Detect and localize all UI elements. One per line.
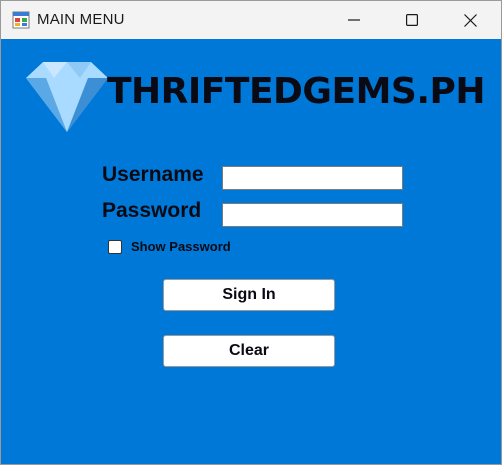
clear-button[interactable]: Clear [163, 335, 335, 367]
close-icon [463, 13, 477, 27]
close-button[interactable] [447, 1, 493, 39]
maximize-button[interactable] [389, 1, 435, 39]
diamond-icon [26, 62, 108, 132]
window-title: MAIN MENU [37, 11, 125, 28]
title-bar[interactable]: MAIN MENU [1, 1, 501, 39]
maximize-icon [406, 14, 418, 26]
show-password-option[interactable]: Show Password [108, 239, 231, 254]
minimize-icon [348, 19, 360, 21]
minimize-button[interactable] [331, 1, 377, 39]
username-field[interactable] [222, 166, 403, 190]
sign-in-button[interactable]: Sign In [163, 279, 335, 311]
login-window: MAIN MENU THRIFTEDGEMS.PH Username Passw… [0, 0, 502, 465]
show-password-checkbox[interactable] [108, 239, 122, 254]
password-label: Password [102, 199, 202, 222]
app-icon [12, 11, 30, 29]
password-field[interactable] [222, 203, 403, 227]
username-label: Username [102, 163, 204, 186]
show-password-label[interactable]: Show Password [131, 239, 231, 254]
brand-logo-text: THRIFTEDGEMS.PH [107, 71, 486, 112]
